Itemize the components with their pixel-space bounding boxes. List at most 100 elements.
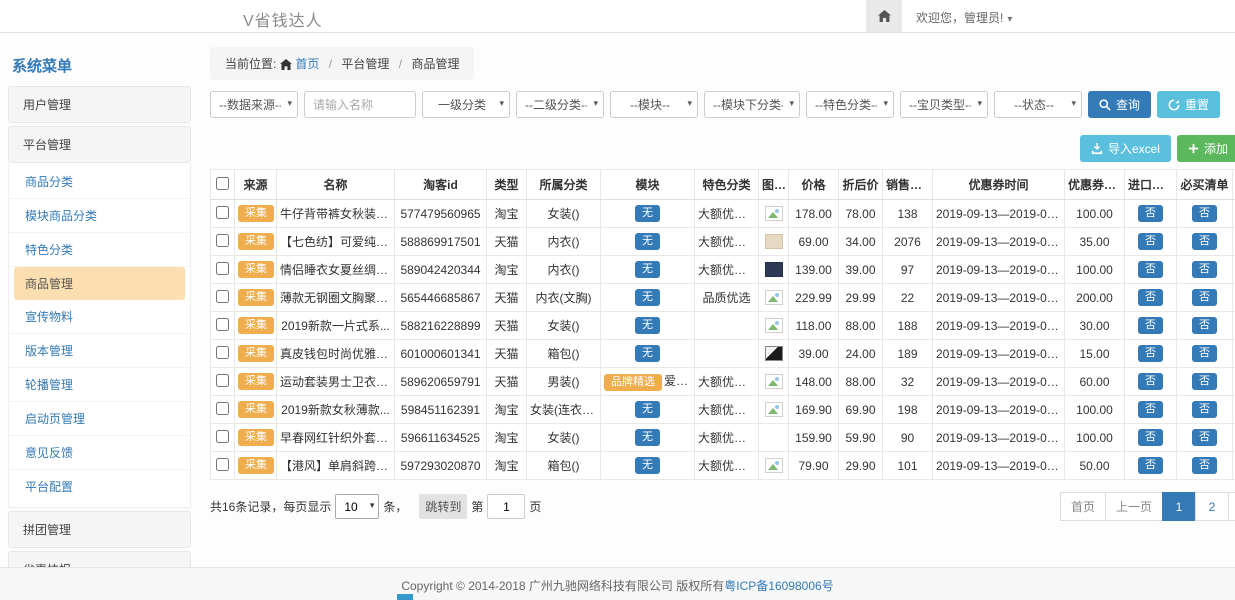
- row-checkbox[interactable]: [216, 458, 229, 471]
- row-checkbox[interactable]: [216, 262, 229, 275]
- filter-select-2[interactable]: 一级分类: [422, 91, 510, 118]
- filter-select-7[interactable]: --宝贝类型--: [900, 91, 988, 118]
- sidebar-item[interactable]: 宣传物料: [9, 300, 190, 334]
- must-buy-cell: 否: [1177, 340, 1233, 368]
- product-name[interactable]: 【七色纺】可爱纯棉家...: [277, 228, 395, 256]
- filter-select-3[interactable]: --二级分类--: [516, 91, 604, 118]
- must-buy-badge[interactable]: 否: [1192, 317, 1217, 334]
- row-checkbox[interactable]: [216, 318, 229, 331]
- discount-price: 69.90: [839, 396, 883, 424]
- must-buy-badge[interactable]: 否: [1192, 289, 1217, 306]
- sidebar-item[interactable]: 版本管理: [9, 334, 190, 368]
- import-select-badge[interactable]: 否: [1138, 205, 1163, 222]
- filter-bar: --数据来源-- 一级分类--二级分类----模块----模块下分类----特色分…: [210, 91, 1235, 118]
- product-name[interactable]: 薄款无钢圈文胸聚拢性...: [277, 284, 395, 312]
- product-name[interactable]: 早春网红针织外套女春...: [277, 424, 395, 452]
- import-select-badge[interactable]: 否: [1138, 317, 1163, 334]
- import-select-badge[interactable]: 否: [1138, 373, 1163, 390]
- search-button[interactable]: 查询: [1088, 91, 1151, 118]
- product-name[interactable]: 牛仔背带裤女秋装减龄...: [277, 200, 395, 228]
- filter-select-wrap: --二级分类--: [516, 91, 604, 118]
- import-select-badge[interactable]: 否: [1138, 289, 1163, 306]
- must-buy-badge[interactable]: 否: [1192, 429, 1217, 446]
- sidebar-item[interactable]: 模块商品分类: [9, 199, 190, 233]
- must-buy-badge[interactable]: 否: [1192, 233, 1217, 250]
- import-select-cell: 否: [1125, 396, 1177, 424]
- page-button-1[interactable]: 1: [1162, 492, 1196, 521]
- import-select-badge[interactable]: 否: [1138, 233, 1163, 250]
- sidebar-group-2[interactable]: 拼团管理: [8, 511, 191, 548]
- sidebar-item[interactable]: 轮播管理: [9, 368, 190, 402]
- sidebar-submenu: 商品分类模块商品分类特色分类商品管理宣传物料版本管理轮播管理启动页管理意见反馈平…: [8, 163, 191, 508]
- reset-button[interactable]: 重置: [1157, 91, 1220, 118]
- page-button-上一页[interactable]: 上一页: [1105, 492, 1163, 521]
- filter-select-8[interactable]: --状态--: [994, 91, 1082, 118]
- per-page-select[interactable]: 10: [335, 494, 379, 519]
- product-name[interactable]: 情侣睡衣女夏丝绸男士...: [277, 256, 395, 284]
- row-checkbox[interactable]: [216, 374, 229, 387]
- import-select-badge[interactable]: 否: [1138, 345, 1163, 362]
- page-button-2[interactable]: 2: [1195, 492, 1229, 521]
- name-search-input[interactable]: [304, 91, 416, 118]
- must-buy-badge[interactable]: 否: [1192, 261, 1217, 278]
- import-select-badge[interactable]: 否: [1138, 261, 1163, 278]
- source-badge: 采集: [238, 429, 274, 446]
- import-excel-button[interactable]: 导入excel: [1080, 135, 1171, 162]
- feature-category: 大额优惠券: [695, 200, 759, 228]
- product-name[interactable]: 运动套装男士卫衣初秋...: [277, 368, 395, 396]
- page-button-下一页[interactable]: 下一页: [1228, 492, 1235, 521]
- sidebar-item[interactable]: 启动页管理: [9, 402, 190, 436]
- sidebar-item[interactable]: 意见反馈: [9, 436, 190, 470]
- add-button[interactable]: 添加: [1177, 135, 1235, 162]
- page-button-首页[interactable]: 首页: [1060, 492, 1106, 521]
- must-buy-badge[interactable]: 否: [1192, 373, 1217, 390]
- home-button[interactable]: [866, 0, 902, 32]
- import-select-badge[interactable]: 否: [1138, 429, 1163, 446]
- module-cell: 无: [601, 340, 695, 368]
- must-buy-badge[interactable]: 否: [1192, 345, 1217, 362]
- price: 148.00: [789, 368, 839, 396]
- product-name[interactable]: 2019新款一片式系...: [277, 312, 395, 340]
- caret-down-icon: ▾: [1007, 14, 1012, 25]
- breadcrumb-item: 平台管理: [341, 57, 389, 71]
- jump-page-input[interactable]: [487, 494, 525, 519]
- main-content: 当前位置:首页 / 平台管理 / 商品管理 --数据来源--一级分类--二级分类…: [210, 47, 1235, 600]
- jump-button[interactable]: 跳转到: [419, 494, 467, 519]
- row-checkbox[interactable]: [216, 346, 229, 359]
- import-select-badge[interactable]: 否: [1138, 457, 1163, 474]
- sidebar-group-1[interactable]: 平台管理: [8, 126, 191, 163]
- filter-select-5[interactable]: --模块下分类--: [704, 91, 800, 118]
- icon-cell: [759, 340, 789, 368]
- sidebar-item[interactable]: 特色分类: [9, 233, 190, 267]
- product-type: 天猫: [487, 312, 527, 340]
- breadcrumb-home-link[interactable]: 首页: [295, 57, 319, 71]
- sidebar-item[interactable]: 平台配置: [9, 470, 190, 503]
- feature-category: 大额优惠券: [695, 256, 759, 284]
- product-name[interactable]: 2019新款女秋薄款...: [277, 396, 395, 424]
- row-checkbox[interactable]: [216, 430, 229, 443]
- select-all-checkbox[interactable]: [216, 177, 229, 190]
- user-menu[interactable]: 欢迎您，管理员!▾: [916, 9, 1012, 26]
- must-buy-cell: 否: [1177, 452, 1233, 480]
- sidebar-item[interactable]: 商品管理: [14, 267, 185, 300]
- must-buy-badge[interactable]: 否: [1192, 457, 1217, 474]
- filter-select-6[interactable]: --特色分类--: [806, 91, 894, 118]
- product-name[interactable]: 【港风】单肩斜跨链条...: [277, 452, 395, 480]
- row-checkbox[interactable]: [216, 234, 229, 247]
- filter-select-0[interactable]: --数据来源--: [210, 91, 298, 118]
- sidebar-group-0[interactable]: 用户管理: [8, 86, 191, 123]
- icp-link[interactable]: 粤ICP备16098006号: [724, 579, 833, 593]
- must-buy-badge[interactable]: 否: [1192, 205, 1217, 222]
- sidebar-item[interactable]: 商品分类: [9, 165, 190, 199]
- sales-count: 101: [883, 452, 933, 480]
- row-checkbox[interactable]: [216, 402, 229, 415]
- filter-select-4[interactable]: --模块--: [610, 91, 698, 118]
- import-select-badge[interactable]: 否: [1138, 401, 1163, 418]
- discount-price: 88.00: [839, 368, 883, 396]
- icon-cell: [759, 452, 789, 480]
- row-checkbox[interactable]: [216, 206, 229, 219]
- row-checkbox[interactable]: [216, 290, 229, 303]
- must-buy-badge[interactable]: 否: [1192, 401, 1217, 418]
- feature-category: 大额优惠券: [695, 228, 759, 256]
- product-name[interactable]: 真皮钱包时尚优雅女士...: [277, 340, 395, 368]
